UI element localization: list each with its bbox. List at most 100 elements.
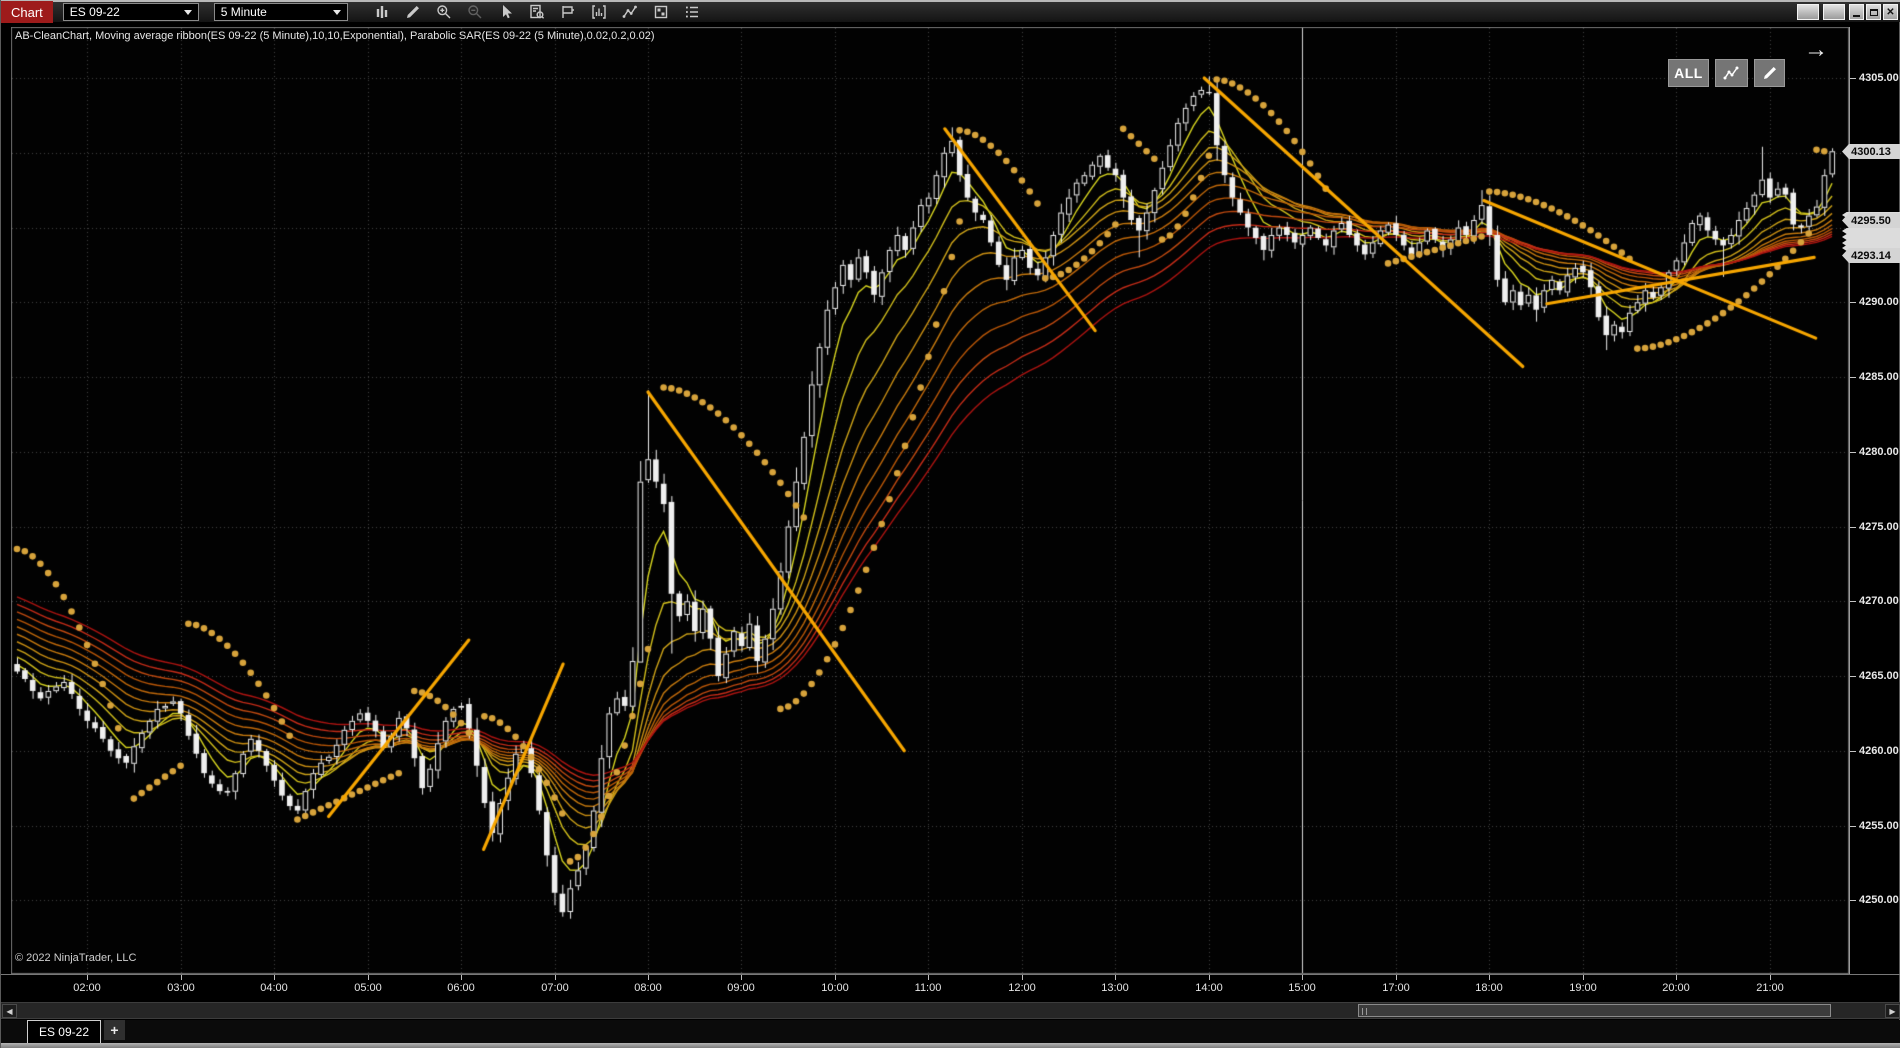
interval-combo[interactable]: 5 Minute (214, 3, 348, 21)
price-axis[interactable]: 4250.004255.004260.004265.004270.004275.… (1849, 27, 1900, 974)
price-axis-tick (1850, 676, 1856, 677)
time-axis-label: 11:00 (915, 982, 942, 994)
price-chart-canvas[interactable] (11, 27, 1849, 974)
time-axis-label: 15:00 (1288, 982, 1316, 994)
panel-button-2[interactable] (1823, 4, 1845, 20)
time-axis-tick (368, 975, 369, 980)
ninjatrader-chart-window: { "titlebar": { "app_label": "Chart", "i… (0, 0, 1900, 1048)
time-axis[interactable]: 02:0003:0004:0005:0006:0007:0008:0009:00… (1, 974, 1900, 1001)
time-axis-label: 09:00 (727, 982, 755, 994)
properties-icon[interactable] (683, 3, 701, 21)
time-axis-tick (1302, 975, 1303, 980)
tab-es-09-22[interactable]: ES 09-22 (27, 1020, 101, 1043)
time-axis-tick (1396, 975, 1397, 980)
chart-window-label: Chart (1, 1, 53, 23)
scroll-to-latest-arrow[interactable]: → (1804, 38, 1828, 62)
instrument-combo-value: ES 09-22 (70, 5, 176, 19)
price-axis-label: 4255.00 (1859, 820, 1899, 832)
thumb-grip (1362, 1008, 1367, 1015)
strategies-icon[interactable] (652, 3, 670, 21)
polyline-icon (1723, 65, 1741, 81)
price-axis-label: 4260.00 (1859, 745, 1899, 757)
add-tab-button[interactable]: + (104, 1020, 125, 1040)
time-axis-tick (741, 975, 742, 980)
price-axis-label: 4265.00 (1859, 670, 1899, 682)
price-axis-tick (1850, 302, 1856, 303)
window-bottom-edge (1, 1043, 1900, 1048)
time-axis-tick (1115, 975, 1116, 980)
chevron-down-icon (184, 10, 192, 15)
pencil-icon (1762, 65, 1778, 81)
time-axis-label: 08:00 (634, 982, 662, 994)
price-axis-label: 4285.00 (1859, 371, 1899, 383)
price-axis-tick (1850, 527, 1856, 528)
time-axis-tick (835, 975, 836, 980)
drawing-tools-icon[interactable] (621, 3, 639, 21)
time-axis-tick (1676, 975, 1677, 980)
close-button[interactable]: ✕ (1883, 4, 1898, 20)
price-axis-tick (1850, 452, 1856, 453)
time-axis-tick (461, 975, 462, 980)
data-box-icon[interactable] (528, 3, 546, 21)
price-axis-label: 4275.00 (1859, 521, 1899, 533)
time-axis-label: 04:00 (260, 982, 288, 994)
title-bar: Chart ES 09-22 5 Minute (1, 0, 1900, 22)
price-axis-label: 4305.00 (1859, 72, 1899, 84)
price-marker-sliver (1842, 228, 1900, 234)
panel-button-1[interactable] (1797, 4, 1819, 20)
time-axis-tick (1022, 975, 1023, 980)
price-axis-tick (1850, 900, 1856, 901)
time-axis-label: 17:00 (1382, 982, 1410, 994)
time-axis-label: 02:00 (73, 982, 101, 994)
tab-bar: ES 09-22 + (1, 1020, 1900, 1043)
draw-icon[interactable] (404, 3, 422, 21)
chevron-down-icon (333, 10, 341, 15)
time-axis-label: 19:00 (1569, 982, 1597, 994)
time-axis-label: 18:00 (1475, 982, 1503, 994)
price-axis-tick (1850, 751, 1856, 752)
instrument-combo[interactable]: ES 09-22 (63, 3, 199, 21)
price-marker: 4293.14 (1842, 248, 1900, 263)
time-axis-label: 03:00 (167, 982, 195, 994)
zoom-in-icon[interactable] (435, 3, 453, 21)
time-axis-label: 21:00 (1756, 982, 1784, 994)
time-axis-label: 14:00 (1195, 982, 1223, 994)
price-axis-label: 4270.00 (1859, 595, 1899, 607)
maximize-button[interactable] (1866, 4, 1881, 20)
chart-overlay-buttons: ALL (1668, 59, 1785, 87)
price-marker: 4295.50 (1842, 213, 1900, 228)
price-axis-tick (1850, 78, 1856, 79)
indicators-icon[interactable] (590, 3, 608, 21)
time-axis-tick (555, 975, 556, 980)
minimize-button[interactable] (1849, 4, 1864, 20)
cursor-icon[interactable] (497, 3, 515, 21)
time-axis-tick (274, 975, 275, 980)
price-axis-tick (1850, 601, 1856, 602)
time-axis-tick (181, 975, 182, 980)
horizontal-scrollbar[interactable]: ◀ ▶ (1, 1002, 1900, 1019)
time-axis-tick (1583, 975, 1584, 980)
copyright-text: © 2022 NinjaTrader, LLC (15, 952, 136, 964)
indicator-label: AB-CleanChart, Moving average ribbon(ES … (15, 30, 655, 42)
time-axis-tick (87, 975, 88, 980)
zoom-out-icon (466, 3, 484, 21)
time-axis-label: 20:00 (1662, 982, 1690, 994)
time-axis-label: 10:00 (821, 982, 849, 994)
time-axis-label: 06:00 (447, 982, 475, 994)
data-series-button[interactable] (1715, 59, 1748, 87)
scroll-left-button[interactable]: ◀ (2, 1004, 17, 1018)
chart-trader-icon[interactable] (559, 3, 577, 21)
close-icon: ✕ (1886, 7, 1894, 18)
all-button[interactable]: ALL (1668, 59, 1709, 87)
interval-combo-value: 5 Minute (221, 5, 325, 19)
price-axis-label: 4280.00 (1859, 446, 1899, 458)
price-marker-sliver (1842, 234, 1900, 240)
price-axis-label: 4290.00 (1859, 296, 1899, 308)
price-marker: 4300.13 (1842, 144, 1900, 159)
time-axis-tick (1770, 975, 1771, 980)
price-axis-tick (1850, 826, 1856, 827)
chart-style-icon[interactable] (373, 3, 391, 21)
scroll-right-button[interactable]: ▶ (1885, 1004, 1900, 1018)
draw-mode-button[interactable] (1754, 59, 1785, 87)
scrollbar-thumb[interactable] (1358, 1004, 1831, 1017)
